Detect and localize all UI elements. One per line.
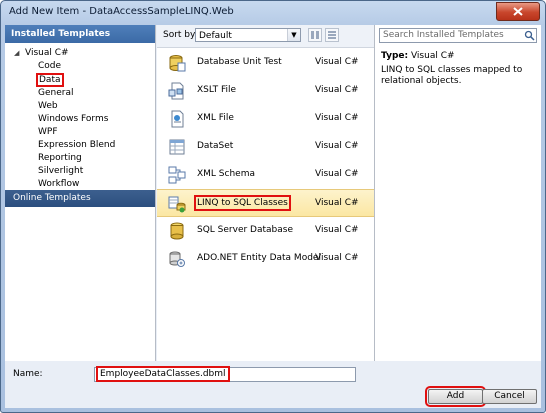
template-type: Visual C# [315, 141, 359, 151]
type-label: Type: [381, 51, 409, 61]
tree-item-visual-csharp[interactable]: ◢ Visual C# [14, 46, 69, 60]
tree-item-workflow[interactable]: Workflow [38, 177, 79, 191]
tree-item-label: Code [38, 61, 62, 71]
tree-item-wpf[interactable]: WPF [38, 125, 58, 139]
installed-templates-header[interactable]: Installed Templates [5, 25, 155, 43]
name-row: Name: EmployeeDataClasses.dbml [5, 364, 541, 386]
tree-item-label: General [38, 88, 74, 98]
template-type: Visual C# [315, 169, 359, 179]
sql-server-database-icon [170, 222, 184, 240]
medium-icons-view-button[interactable] [325, 28, 339, 42]
template-type: Visual C# [315, 57, 359, 67]
template-item-ado-net-entity-data-model[interactable]: ADO.NET Entity Data Model Visual C# [157, 245, 374, 273]
grid-view-icon [328, 31, 336, 39]
close-button[interactable] [496, 2, 540, 21]
search-icon[interactable] [524, 30, 535, 41]
template-categories-panel: Installed Templates ◢ Visual C# Code Dat… [5, 25, 156, 361]
template-description: LINQ to SQL classes mapped to relational… [381, 65, 523, 86]
tree-item-code[interactable]: Code [38, 59, 61, 73]
template-item-dataset[interactable]: DataSet Visual C# [157, 133, 374, 161]
window-title: Add New Item - DataAccessSampleLINQ.Web [9, 6, 234, 17]
tree-item-label: Workflow [38, 179, 80, 189]
add-button[interactable]: Add [425, 386, 486, 407]
name-input-value: EmployeeDataClasses.dbml [96, 366, 230, 382]
tree-item-label: Expression Blend [38, 140, 116, 150]
tree-item-expression-blend[interactable]: Expression Blend [38, 138, 115, 152]
xml-schema-icon [168, 166, 186, 184]
xml-file-icon [171, 110, 184, 128]
tree-item-label: Web [38, 101, 58, 111]
tree-item-windows-forms[interactable]: Windows Forms [38, 112, 108, 126]
title-bar[interactable]: Add New Item - DataAccessSampleLINQ.Web [1, 1, 545, 25]
tree-item-label: Silverlight [38, 166, 84, 176]
template-name: ADO.NET Entity Data Model [197, 253, 321, 263]
template-type: Visual C# [315, 253, 359, 263]
entity-data-model-icon [169, 251, 185, 267]
small-icons-view-button[interactable] [308, 28, 322, 42]
template-list-panel: Sort by: Default ▼ Database Unit Test Vi… [157, 25, 375, 361]
template-name: Database Unit Test [197, 57, 282, 67]
template-name: XSLT File [197, 85, 237, 95]
template-type: Visual C# [315, 113, 359, 123]
template-item-xslt-file[interactable]: XSLT File Visual C# [157, 77, 374, 105]
linq-to-sql-icon [168, 196, 186, 213]
close-icon [513, 7, 523, 16]
cancel-button[interactable]: Cancel [482, 389, 537, 404]
template-item-linq-to-sql-classes[interactable]: LINQ to SQL Classes Visual C# [157, 189, 374, 217]
tree-item-general[interactable]: General [38, 86, 73, 100]
type-value: Visual C# [410, 51, 455, 61]
chevron-down-icon[interactable]: ▼ [287, 29, 300, 41]
expand-arrow-icon[interactable]: ◢ [14, 46, 24, 60]
tree-item-reporting[interactable]: Reporting [38, 151, 82, 165]
template-type-line: Type: Visual C# [381, 51, 455, 61]
tree-item-label: WPF [38, 127, 58, 137]
search-installed-templates-input[interactable]: Search Installed Templates [379, 28, 537, 43]
search-placeholder: Search Installed Templates [383, 30, 504, 40]
database-unit-test-icon [169, 55, 186, 72]
template-name: DataSet [197, 141, 234, 151]
sort-by-dropdown[interactable]: Default ▼ [195, 28, 301, 42]
template-name: XML File [197, 113, 234, 123]
tree-item-label: Reporting [38, 153, 82, 163]
template-type: Visual C# [315, 198, 359, 208]
tree-item-web[interactable]: Web [38, 99, 58, 113]
template-item-xml-schema[interactable]: XML Schema Visual C# [157, 161, 374, 189]
dataset-icon [169, 139, 185, 155]
template-name: SQL Server Database [197, 225, 293, 235]
tree-item-data[interactable]: Data [36, 73, 64, 87]
tree-item-label: Data [36, 73, 64, 87]
template-item-sql-server-database[interactable]: SQL Server Database Visual C# [157, 217, 374, 245]
sort-by-label: Sort by: [163, 30, 198, 40]
add-new-item-dialog: Add New Item - DataAccessSampleLINQ.Web … [0, 0, 546, 413]
template-type: Visual C# [315, 225, 359, 235]
template-item-database-unit-test[interactable]: Database Unit Test Visual C# [157, 49, 374, 77]
template-name: XML Schema [197, 169, 255, 179]
tree-item-label: Windows Forms [38, 114, 109, 124]
tree-item-label: Visual C# [25, 48, 69, 58]
template-name: LINQ to SQL Classes [194, 195, 291, 211]
dialog-body: Installed Templates ◢ Visual C# Code Dat… [5, 25, 541, 408]
xslt-file-icon [168, 82, 184, 100]
template-details-panel: Search Installed Templates Type: Visual … [375, 25, 541, 361]
online-templates-header[interactable]: Online Templates [5, 190, 155, 207]
sort-toolbar: Sort by: Default ▼ [157, 25, 374, 48]
list-view-icon [311, 31, 319, 39]
template-item-xml-file[interactable]: XML File Visual C# [157, 105, 374, 133]
sort-by-value: Default [199, 31, 232, 41]
template-type: Visual C# [315, 85, 359, 95]
name-label: Name: [13, 369, 43, 379]
name-input[interactable]: EmployeeDataClasses.dbml [94, 366, 356, 382]
tree-item-silverlight[interactable]: Silverlight [38, 164, 83, 178]
